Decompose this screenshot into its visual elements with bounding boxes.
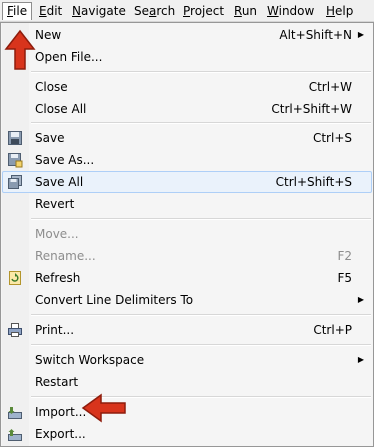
menu-separator (31, 218, 371, 220)
menu-item-label: Convert Line Delimiters To (35, 293, 194, 307)
menu-item-import[interactable]: Import... (2, 401, 372, 423)
shortcut-label: Alt+Shift+N (279, 28, 352, 42)
printer-icon (8, 323, 22, 337)
menu-file[interactable]: File (2, 2, 33, 20)
menu-project[interactable]: Project (179, 2, 228, 20)
menu-item-label: Export... (35, 427, 86, 441)
shortcut-label: Ctrl+Shift+W (271, 102, 352, 116)
menu-item-close[interactable]: Close Ctrl+W (2, 76, 372, 98)
annotation-arrow-up-icon (4, 29, 36, 70)
menu-item-save-as[interactable]: Save As... (2, 149, 372, 171)
menu-item-switch-workspace[interactable]: Switch Workspace ▶ (2, 349, 372, 371)
menu-item-restart[interactable]: Restart (2, 371, 372, 393)
save-all-icon (8, 175, 22, 189)
shortcut-label: Ctrl+Shift+S (275, 175, 352, 189)
menu-item-label: Open File... (35, 50, 103, 64)
menu-item-label: Restart (35, 375, 79, 389)
menu-item-print[interactable]: Print... Ctrl+P (2, 319, 372, 341)
menu-item-new[interactable]: New Alt+Shift+N ▶ (2, 24, 372, 46)
submenu-arrow-icon: ▶ (357, 295, 364, 304)
menu-separator (31, 314, 371, 316)
file-menu-dropdown: New Alt+Shift+N ▶ Open File... Close Ctr… (0, 22, 374, 447)
menu-item-label: Save All (35, 175, 84, 189)
menu-item-label: Close (35, 80, 68, 94)
menu-edit[interactable]: Edit (35, 2, 66, 20)
submenu-arrow-icon: ▶ (357, 30, 364, 39)
menu-item-label: Close All (35, 102, 87, 116)
submenu-arrow-icon: ▶ (357, 355, 364, 364)
menu-separator (31, 344, 371, 346)
menu-item-label: Refresh (35, 271, 81, 285)
menu-separator (31, 71, 371, 73)
menu-item-label: New (35, 28, 62, 42)
shortcut-label: Ctrl+W (308, 80, 352, 94)
menu-item-save[interactable]: Save Ctrl+S (2, 127, 372, 149)
menu-item-open-file[interactable]: Open File... (2, 46, 372, 68)
save-disk-icon (8, 131, 22, 145)
menu-separator (31, 122, 371, 124)
menu-item-label: Rename... (35, 249, 96, 263)
menu-item-export[interactable]: Export... (2, 423, 372, 445)
shortcut-label: F2 (337, 249, 352, 263)
menu-item-label: Save As... (35, 153, 95, 167)
shortcut-label: Ctrl+P (313, 323, 352, 337)
menu-item-label: Revert (35, 197, 75, 211)
menu-help[interactable]: Help (322, 2, 357, 20)
menu-item-label: Save (35, 131, 65, 145)
menu-item-revert[interactable]: Revert (2, 193, 372, 215)
refresh-icon (9, 271, 21, 285)
menu-item-rename: Rename... F2 (2, 245, 372, 267)
shortcut-label: Ctrl+S (312, 131, 352, 145)
import-icon (8, 407, 22, 419)
menu-item-move: Move... (2, 223, 372, 245)
menu-item-label: Switch Workspace (35, 353, 145, 367)
save-as-icon (8, 153, 23, 168)
menu-item-save-all[interactable]: Save All Ctrl+Shift+S (2, 171, 372, 193)
menu-item-label: Print... (35, 323, 75, 337)
menu-window[interactable]: Window (263, 2, 318, 20)
menu-item-label: Import... (35, 405, 87, 419)
menu-bar: File Edit Navigate Search Project Run Wi… (0, 0, 374, 22)
menu-item-label: Move... (35, 227, 79, 241)
menu-navigate[interactable]: Navigate (68, 2, 130, 20)
menu-run[interactable]: Run (230, 2, 261, 20)
menu-item-close-all[interactable]: Close All Ctrl+Shift+W (2, 98, 372, 120)
export-icon (8, 429, 22, 441)
menu-item-refresh[interactable]: Refresh F5 (2, 267, 372, 289)
menu-item-convert-line-delimiters[interactable]: Convert Line Delimiters To ▶ (2, 289, 372, 311)
annotation-arrow-left-icon (81, 393, 126, 423)
shortcut-label: F5 (337, 271, 352, 285)
menu-search[interactable]: Search (130, 2, 179, 20)
